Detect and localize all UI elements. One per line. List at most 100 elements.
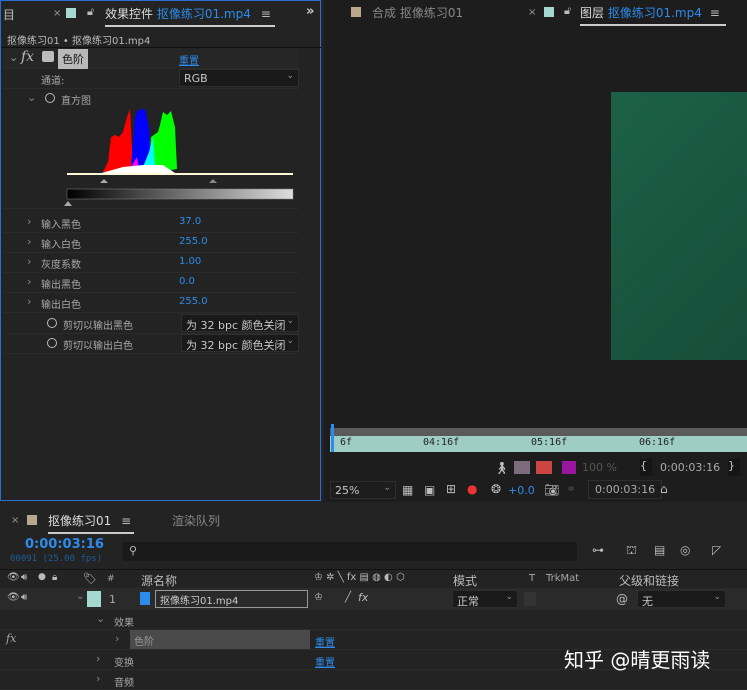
column-mode[interactable]: 模式 bbox=[453, 572, 477, 589]
expand-chevron-icon[interactable]: › bbox=[27, 295, 31, 308]
clip-black-dropdown[interactable]: 为 32 bpc 颜色关闭 ⌄ bbox=[181, 314, 299, 332]
stopwatch-icon[interactable] bbox=[45, 93, 55, 103]
transparency-grid-icon[interactable]: ▦ bbox=[402, 483, 413, 497]
panel-menu-icon[interactable]: ≡ bbox=[261, 7, 271, 21]
clip-white-dropdown[interactable]: 为 32 bpc 颜色关闭 ⌄ bbox=[181, 334, 299, 352]
effect-name[interactable]: 色阶 bbox=[58, 49, 88, 69]
expand-chevron-icon[interactable]: › bbox=[27, 275, 31, 288]
expand-chevron-icon[interactable]: › bbox=[27, 235, 31, 248]
show-snapshot-icon[interactable]: ⚭ bbox=[566, 482, 576, 496]
eye-icon[interactable]: 👁︎ bbox=[7, 572, 20, 583]
show-channel-icon[interactable] bbox=[514, 461, 530, 474]
layer-name[interactable]: 抠像练习01.mp4 bbox=[155, 590, 308, 608]
time-navigator[interactable] bbox=[330, 428, 747, 436]
panel-menu-icon[interactable]: ≡ bbox=[121, 514, 131, 528]
timecode[interactable]: 0:00:03:16 bbox=[25, 537, 104, 552]
rgb-channels-icon[interactable]: ● bbox=[467, 482, 477, 496]
stopwatch-icon[interactable] bbox=[47, 318, 57, 328]
property-value[interactable]: 0.0 bbox=[179, 276, 195, 287]
expand-chevron-icon[interactable]: › bbox=[27, 255, 31, 268]
collapse-chevron-icon[interactable]: ⌄ bbox=[96, 612, 105, 625]
close-tab-icon[interactable]: × bbox=[53, 8, 61, 19]
quality-switch[interactable]: ╱ bbox=[345, 592, 351, 603]
eye-icon[interactable]: 👁︎ bbox=[7, 592, 20, 603]
column-parent[interactable]: 父级和链接 bbox=[619, 572, 679, 589]
guides-icon[interactable]: ⊞ bbox=[446, 482, 456, 496]
chevron-down-icon: ⌄ bbox=[286, 336, 294, 346]
trkmat-box[interactable] bbox=[524, 592, 536, 606]
fx-icon[interactable]: fx bbox=[6, 632, 16, 645]
property-value[interactable]: 255.0 bbox=[179, 236, 208, 247]
reset-link[interactable]: 重置 bbox=[315, 654, 335, 669]
column-trkmat[interactable]: TrkMat bbox=[546, 573, 579, 584]
more-panels-icon[interactable]: » bbox=[306, 4, 314, 19]
exposure-reset-icon[interactable]: ❂ bbox=[491, 482, 501, 496]
panel-menu-icon[interactable]: 目 bbox=[3, 6, 15, 23]
property-value[interactable]: 1.00 bbox=[179, 256, 201, 267]
property-value[interactable]: 37.0 bbox=[179, 216, 201, 227]
column-source-name[interactable]: 源名称 bbox=[141, 572, 177, 589]
current-time[interactable]: 0:00:03:16 bbox=[588, 480, 663, 499]
lock-icon[interactable]: 🔓︎ bbox=[564, 4, 571, 18]
effects-group-row[interactable]: ⌄ 效果 bbox=[0, 610, 747, 630]
mode-dropdown[interactable]: 正常 ⌄ bbox=[452, 590, 518, 608]
transparency-icon[interactable] bbox=[536, 461, 552, 474]
zoom-dropdown[interactable]: 25% ⌄ bbox=[330, 481, 396, 499]
panel-menu-icon[interactable]: ≡ bbox=[710, 6, 720, 20]
audio-row[interactable]: › 音频 bbox=[0, 670, 747, 690]
layer-color-swatch bbox=[87, 591, 101, 607]
fx-switch[interactable]: fx bbox=[358, 591, 368, 604]
walk-icon[interactable]: 🚶︎ bbox=[494, 461, 509, 475]
set-out-button[interactable]: } bbox=[728, 459, 740, 476]
color-swatch[interactable] bbox=[562, 461, 576, 474]
expand-chevron-icon[interactable]: ⌄ bbox=[76, 591, 84, 602]
stopwatch-icon[interactable] bbox=[47, 338, 57, 348]
collapse-chevron-icon[interactable]: ⌄ bbox=[9, 51, 18, 64]
motion-blur-icon[interactable]: ◎ bbox=[680, 543, 690, 557]
search-input[interactable]: ⚲ bbox=[123, 542, 577, 561]
expand-chevron-icon[interactable]: › bbox=[115, 632, 119, 645]
graph-editor-icon[interactable]: ◸ bbox=[712, 543, 721, 557]
tab-effect-controls[interactable]: 效果控件 抠像练习01.mp4 ≡ bbox=[105, 5, 275, 27]
shy-switch[interactable]: ♔ bbox=[314, 592, 323, 603]
close-tab-icon[interactable]: × bbox=[11, 515, 19, 526]
layer-preview[interactable] bbox=[611, 92, 747, 360]
set-in-button[interactable]: { bbox=[640, 459, 652, 476]
lock-icon[interactable]: 🔒︎ bbox=[52, 572, 57, 583]
snapshot-icon[interactable]: 📷︎ bbox=[544, 483, 559, 497]
time-ruler[interactable]: 6f 04:16f 05:16f 06:16f bbox=[330, 424, 747, 452]
frame-blending-icon[interactable]: ▤ bbox=[654, 543, 665, 557]
mask-icon[interactable]: ▣ bbox=[424, 483, 435, 497]
exposure-value[interactable]: +0.0 bbox=[508, 484, 535, 497]
fx-icon[interactable]: fx bbox=[21, 49, 34, 65]
composition-flowchart-icon[interactable]: ⊶ bbox=[592, 543, 604, 557]
expand-chevron-icon[interactable]: › bbox=[96, 652, 100, 665]
layer-settings-icon[interactable]: ⌂ bbox=[660, 482, 668, 496]
reset-link[interactable]: 重置 bbox=[315, 634, 335, 649]
label-icon[interactable]: 🏷︎ bbox=[83, 572, 97, 585]
tab-composition[interactable]: 抠像练习01 ≡ bbox=[48, 512, 134, 534]
effect-name[interactable]: 色阶 bbox=[130, 630, 310, 649]
in-time[interactable]: 0:00:03:16 bbox=[660, 461, 720, 474]
tab-composition[interactable]: 合成 抠像练习01 bbox=[372, 4, 463, 21]
expand-chevron-icon[interactable]: › bbox=[27, 215, 31, 228]
close-tab-icon[interactable]: × bbox=[528, 7, 536, 18]
layer-row[interactable]: 👁︎ 🔊︎ ⌄ 1 抠像练习01.mp4 ♔ ╱ fx 正常 ⌄ @ 无 ⌄ bbox=[0, 589, 747, 610]
pick-whip-icon[interactable]: @ bbox=[616, 592, 628, 606]
audio-icon[interactable]: 🔊︎ bbox=[21, 592, 27, 603]
tab-render-queue[interactable]: 渲染队列 bbox=[172, 512, 220, 529]
opacity-value[interactable]: 100 % bbox=[582, 461, 617, 474]
histogram[interactable] bbox=[63, 107, 295, 207]
lock-icon[interactable]: 🔓︎ bbox=[87, 5, 94, 19]
property-value[interactable]: 255.0 bbox=[179, 296, 208, 307]
channel-dropdown[interactable]: RGB ⌄ bbox=[179, 69, 299, 87]
solo-icon[interactable]: ● bbox=[38, 572, 46, 582]
shy-icon[interactable]: ⛫ bbox=[626, 543, 637, 559]
expand-chevron-icon[interactable]: › bbox=[96, 672, 100, 685]
playhead[interactable] bbox=[331, 424, 339, 452]
tab-layer[interactable]: 图层 抠像练习01.mp4 ≡ bbox=[580, 4, 726, 26]
audio-icon[interactable]: 🔊︎ bbox=[21, 572, 27, 583]
collapse-chevron-icon[interactable]: ⌄ bbox=[27, 91, 36, 104]
parent-dropdown[interactable]: 无 ⌄ bbox=[637, 590, 726, 608]
reset-link[interactable]: 重置 bbox=[179, 52, 199, 67]
